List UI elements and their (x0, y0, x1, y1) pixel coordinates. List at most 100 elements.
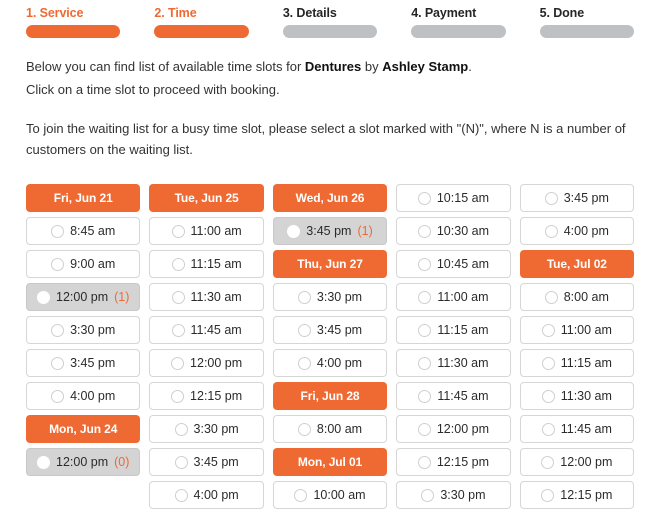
time-slot[interactable]: 11:15 am (149, 250, 264, 278)
radio-icon[interactable] (541, 389, 555, 403)
radio-icon[interactable] (544, 191, 558, 205)
radio-icon[interactable] (297, 290, 311, 304)
radio-icon[interactable] (294, 488, 308, 502)
time-slot[interactable]: 11:45 am (396, 382, 511, 410)
radio-icon[interactable] (417, 224, 431, 238)
time-slot-label: 4:00 pm (70, 389, 116, 403)
intro-line-1: Below you can find list of available tim… (26, 56, 634, 77)
progress-step-1[interactable]: 1. Service (0, 0, 128, 38)
time-slot[interactable]: 11:45 am (149, 316, 264, 344)
time-slot-waiting[interactable]: 3:45 pm (1) (272, 217, 388, 245)
time-slot[interactable]: 4:00 pm (149, 481, 264, 509)
time-slot[interactable]: 12:15 pm (149, 382, 264, 410)
progress-step-5[interactable]: 5. Done (514, 0, 660, 38)
radio-icon[interactable] (417, 191, 431, 205)
progress-step-2[interactable]: 2. Time (128, 0, 256, 38)
radio-icon[interactable] (174, 455, 188, 469)
time-slot[interactable]: 11:15 am (396, 316, 511, 344)
time-slot[interactable]: 3:30 pm (272, 283, 388, 311)
radio-icon[interactable] (171, 290, 185, 304)
radio-icon[interactable] (417, 455, 431, 469)
time-slot[interactable]: 3:45 pm (26, 349, 141, 377)
time-slot[interactable]: 11:30 am (396, 349, 511, 377)
time-slot[interactable]: 3:30 pm (396, 481, 511, 509)
radio-icon[interactable] (297, 422, 311, 436)
radio-icon[interactable] (171, 356, 185, 370)
radio-icon[interactable] (421, 488, 435, 502)
radio-icon[interactable] (541, 422, 555, 436)
radio-icon[interactable] (51, 257, 65, 271)
time-slot[interactable]: 3:45 pm (519, 184, 635, 212)
radio-icon[interactable] (171, 323, 185, 337)
time-slot[interactable]: 11:00 am (149, 217, 264, 245)
radio-icon[interactable] (51, 389, 65, 403)
radio-icon[interactable] (297, 323, 311, 337)
time-slot[interactable]: 11:00 am (519, 316, 635, 344)
radio-icon[interactable] (541, 488, 555, 502)
time-slot-label: 11:30 am (560, 389, 612, 403)
time-slot-label: 3:45 pm (70, 356, 116, 370)
time-slot[interactable]: 4:00 pm (519, 217, 635, 245)
time-slot[interactable]: 4:00 pm (26, 382, 141, 410)
time-slot[interactable]: 12:00 pm (519, 448, 635, 476)
radio-icon[interactable] (51, 356, 65, 370)
radio-icon[interactable] (418, 323, 432, 337)
progress-step-3[interactable]: 3. Details (257, 0, 385, 38)
radio-icon[interactable] (37, 455, 50, 469)
time-slot-waiting[interactable]: 12:00 pm (0) (26, 448, 141, 476)
radio-icon[interactable] (541, 455, 555, 469)
time-slot[interactable]: 3:30 pm (26, 316, 141, 344)
time-slot-label: 11:15 am (437, 323, 489, 337)
radio-icon[interactable] (544, 224, 558, 238)
progress-step-label: 4. Payment (411, 6, 477, 20)
time-slot-waiting[interactable]: 12:00 pm (1) (26, 283, 141, 311)
progress-step-bar (282, 25, 378, 38)
time-slot[interactable]: 12:00 pm (149, 349, 264, 377)
time-slot[interactable]: 3:45 pm (149, 448, 264, 476)
time-slot[interactable]: 8:00 am (272, 415, 388, 443)
radio-icon[interactable] (541, 356, 555, 370)
time-slot[interactable]: 11:30 am (149, 283, 264, 311)
radio-icon[interactable] (417, 257, 431, 271)
time-slot[interactable]: 12:15 pm (396, 448, 511, 476)
time-slot[interactable]: 10:00 am (272, 481, 388, 509)
time-slot[interactable]: 8:00 am (519, 283, 635, 311)
radio-icon[interactable] (418, 290, 432, 304)
time-slot[interactable]: 10:15 am (396, 184, 511, 212)
time-slot[interactable]: 11:15 am (519, 349, 635, 377)
radio-icon[interactable] (51, 323, 65, 337)
time-slot[interactable]: 4:00 pm (272, 349, 388, 377)
radio-icon[interactable] (171, 389, 185, 403)
slots-column: 10:15 am 10:30 am 10:45 am 11:00 am 11:15 am… (396, 184, 511, 509)
radio-icon[interactable] (171, 224, 185, 238)
radio-icon[interactable] (418, 389, 432, 403)
progress-step-4[interactable]: 4. Payment (385, 0, 513, 38)
radio-icon[interactable] (541, 323, 555, 337)
time-slot[interactable]: 8:45 am (26, 217, 141, 245)
waiting-list-count: (0) (114, 455, 130, 469)
time-slot[interactable]: 12:15 pm (519, 481, 635, 509)
time-slot[interactable]: 11:30 am (519, 382, 635, 410)
radio-icon[interactable] (171, 257, 185, 271)
time-slot[interactable]: 11:45 am (519, 415, 635, 443)
radio-icon[interactable] (544, 290, 558, 304)
time-slot[interactable]: 12:00 pm (396, 415, 511, 443)
time-slot[interactable]: 3:30 pm (149, 415, 264, 443)
time-slot[interactable]: 9:00 am (26, 250, 141, 278)
time-slot-label: 8:00 am (316, 422, 363, 436)
time-slot-label: 12:00 pm (560, 455, 613, 469)
time-slot-label: 9:00 am (70, 257, 116, 271)
time-slot[interactable]: 3:45 pm (272, 316, 388, 344)
radio-icon[interactable] (297, 356, 311, 370)
radio-icon[interactable] (51, 224, 65, 238)
radio-icon[interactable] (418, 356, 432, 370)
time-slot-label: 11:15 am (560, 356, 612, 370)
time-slot[interactable]: 10:30 am (396, 217, 511, 245)
radio-icon[interactable] (287, 224, 301, 238)
radio-icon[interactable] (174, 488, 188, 502)
time-slot[interactable]: 10:45 am (396, 250, 511, 278)
radio-icon[interactable] (417, 422, 431, 436)
radio-icon[interactable] (37, 290, 50, 304)
radio-icon[interactable] (174, 422, 188, 436)
time-slot[interactable]: 11:00 am (396, 283, 511, 311)
